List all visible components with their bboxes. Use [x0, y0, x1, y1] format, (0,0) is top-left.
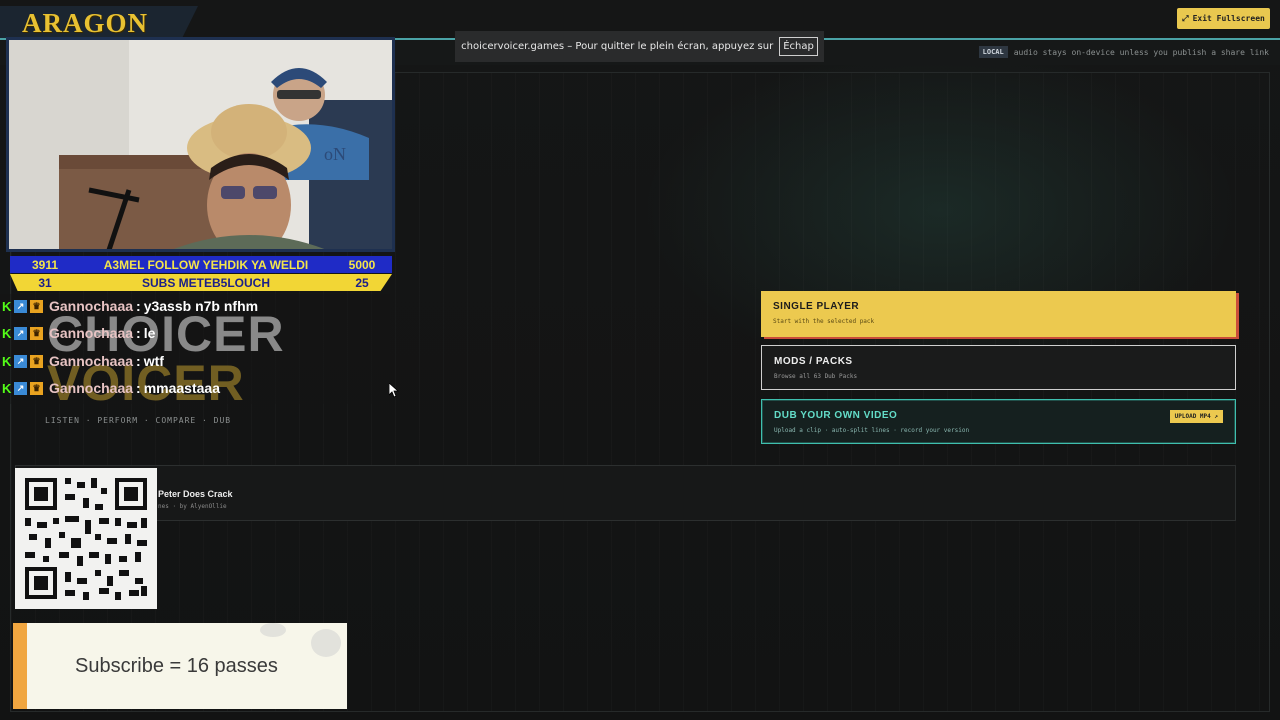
badge-arrow-icon: ↗ — [14, 354, 27, 368]
mods-packs-button[interactable]: MODS / PACKS Browse all 63 Dub Packs — [761, 345, 1236, 390]
dub-video-subtitle: Upload a clip · auto-split lines · recor… — [774, 427, 970, 434]
crown-icon: ♛ — [30, 326, 43, 340]
decor-dot — [260, 623, 286, 637]
chat-message: K ↗ ♛ Gannochaaa : y3assb n7b nfhm — [2, 296, 258, 316]
badge-arrow-icon: ↗ — [14, 326, 27, 340]
pack-subtitle: nes · by AlyenOllie — [158, 503, 227, 510]
chat-colon: : — [136, 325, 141, 341]
follower-goal: 5000 — [348, 257, 376, 272]
decor-dot — [311, 629, 341, 657]
chat-message: K ↗ ♛ Gannochaaa : le — [2, 323, 155, 343]
single-player-subtitle: Start with the selected pack — [773, 318, 875, 325]
chat-text: le — [143, 325, 156, 341]
channel-logo: ARAGON — [22, 8, 148, 38]
dub-own-video-button[interactable]: DUB YOUR OWN VIDEO Upload a clip · auto-… — [761, 399, 1236, 444]
qr-code-image — [15, 468, 157, 609]
fullscreen-notification: choicervoicer.games – Pour quitter le pl… — [455, 31, 824, 62]
follow-goal-banner: 3911 A3MEL FOLLOW YEHDIK YA WELDI 5000 — [10, 256, 392, 273]
follower-count: 3911 — [31, 257, 59, 272]
svg-text:oN: oN — [324, 144, 346, 164]
chat-username: Gannochaaa — [49, 353, 134, 369]
local-badge: LOCAL — [978, 46, 1008, 58]
crown-icon: ♛ — [30, 354, 43, 368]
webcam-feed: oN — [6, 37, 395, 252]
chat-text: wtf — [143, 353, 164, 369]
chat-username: Gannochaaa — [49, 298, 134, 314]
mods-packs-subtitle: Browse all 63 Dub Packs — [774, 373, 858, 380]
chat-username: Gannochaaa — [49, 325, 134, 341]
webcam-image: oN — [9, 40, 392, 249]
kick-icon: K — [2, 298, 12, 314]
fullscreen-exit-icon: ⤢ — [1182, 13, 1189, 23]
single-player-button[interactable]: SINGLE PLAYER Start with the selected pa… — [761, 291, 1236, 337]
crown-icon: ♛ — [30, 381, 43, 395]
chat-text: mmaastaaa — [143, 380, 220, 396]
chat-colon: : — [136, 380, 141, 396]
single-player-title: SINGLE PLAYER — [773, 301, 860, 312]
qr-code — [15, 468, 157, 609]
chat-colon: : — [136, 353, 141, 369]
chat-message: K ↗ ♛ Gannochaaa : mmaastaaa — [2, 378, 220, 398]
escape-key-hint: Échap — [779, 37, 818, 56]
local-note-text: audio stays on-device unless you publish… — [1013, 47, 1269, 57]
sub-count: 31 — [38, 275, 52, 290]
subscribe-text: Subscribe = 16 passes — [75, 655, 278, 677]
subscribe-promo: Subscribe = 16 passes — [13, 623, 347, 709]
badge-arrow-icon: ↗ — [14, 299, 27, 313]
mods-packs-title: MODS / PACKS — [774, 356, 853, 367]
chat-colon: : — [136, 298, 141, 314]
kick-icon: K — [2, 380, 12, 396]
local-storage-note: LOCAL audio stays on-device unless you p… — [978, 45, 1269, 59]
chat-message: K ↗ ♛ Gannochaaa : wtf — [2, 351, 164, 371]
follow-goal-text: A3MEL FOLLOW YEHDIK YA WELDI — [103, 257, 309, 272]
fullscreen-message: choicervoicer.games – Pour quitter le pl… — [461, 41, 774, 52]
chat-text: y3assb n7b nfhm — [143, 298, 259, 314]
chat-overlay: K ↗ ♛ Gannochaaa : y3assb n7b nfhm K ↗ ♛… — [0, 294, 390, 404]
crown-icon: ♛ — [30, 299, 43, 313]
pack-title: Peter Does Crack — [158, 489, 233, 499]
badge-arrow-icon: ↗ — [14, 381, 27, 395]
kick-icon: K — [2, 353, 12, 369]
mouse-cursor-icon — [389, 383, 399, 398]
exit-fullscreen-button[interactable]: ⤢ Exit Fullscreen — [1177, 8, 1270, 29]
dub-video-title: DUB YOUR OWN VIDEO — [774, 410, 898, 421]
selected-pack-row[interactable]: Peter Does Crack nes · by AlyenOllie — [15, 465, 1236, 521]
kick-icon: K — [2, 325, 12, 341]
exit-fullscreen-label: Exit Fullscreen — [1192, 14, 1265, 23]
sub-goal-banner: 31 SUBS METEB5LOUCH 25 — [10, 274, 392, 291]
upload-mp4-button[interactable]: UPLOAD MP4 ↗ — [1169, 410, 1223, 423]
mode-tagline: LISTEN · PERFORM · COMPARE · DUB — [45, 416, 232, 425]
chat-username: Gannochaaa — [49, 380, 134, 396]
sub-goal-text: SUBS METEB5LOUCH — [141, 275, 270, 290]
